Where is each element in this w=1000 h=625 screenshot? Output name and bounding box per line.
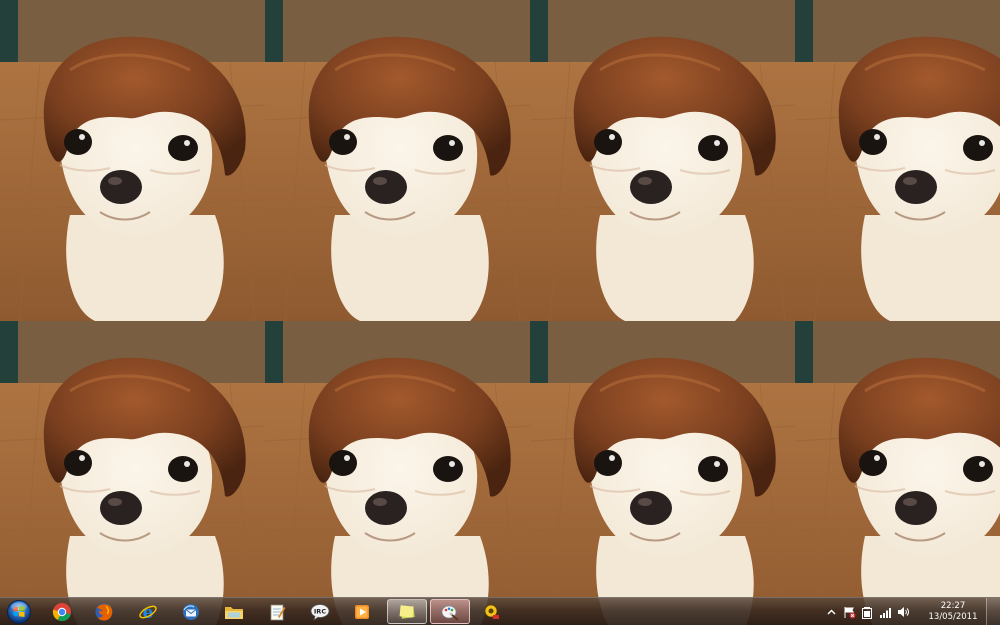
wallpaper-tile [530,321,795,625]
taskbar-chrome-button[interactable] [42,599,82,624]
wallpaper-tile [0,321,265,625]
chihuahua-in-wig-image [530,321,795,625]
thunderbird-icon [183,603,199,620]
chrome-icon [52,602,71,621]
taskbar-media-player-button[interactable] [342,599,382,624]
volume-icon[interactable] [896,605,910,619]
taskbar-sticky-notes-button[interactable] [387,599,427,624]
show-desktop-button[interactable] [986,598,1000,625]
system-tray: 22:27 13/05/2011 [822,598,982,625]
irc-icon: IRC [310,603,330,621]
chihuahua-in-wig-image [795,0,1000,321]
clock[interactable]: 22:27 13/05/2011 [924,601,982,623]
wallpaper [0,0,1000,625]
wallpaper-tile [0,0,265,321]
network-icon[interactable] [878,605,892,619]
utility-icon [484,604,499,619]
taskbar: e IRC 22:27 13/05/2011 [0,597,1000,625]
taskbar-explorer-button[interactable] [214,599,254,624]
battery-icon[interactable] [860,605,874,619]
flag-icon[interactable] [842,605,856,619]
ie-icon: e [139,603,157,622]
wallpaper-tile [795,0,1000,321]
folder-icon [225,606,243,619]
taskbar-paint-button[interactable] [430,599,470,624]
firefox-icon [95,603,113,620]
taskbar-ie-button[interactable]: e [128,599,168,624]
wallpaper-tile [530,0,795,321]
chihuahua-in-wig-image [0,321,265,625]
windows-orb-icon [7,600,31,624]
chihuahua-in-wig-image [0,0,265,321]
taskbar-firefox-button[interactable] [84,599,124,624]
start-button[interactable] [4,599,34,625]
chihuahua-in-wig-image [530,0,795,321]
wallpaper-tile [265,0,530,321]
clock-time: 22:27 [940,601,966,611]
chihuahua-in-wig-image [795,321,1000,625]
notepad-icon [270,604,286,620]
paint-icon [441,605,459,621]
taskbar-thunderbird-button[interactable] [171,599,211,624]
wallpaper-tile [265,321,530,625]
clock-date: 13/05/2011 [928,612,978,622]
wallpaper-tile [795,321,1000,625]
svg-text:IRC: IRC [314,607,326,615]
media-player-icon [355,604,369,619]
taskbar-utility-button[interactable] [472,599,512,624]
chihuahua-in-wig-image [265,321,530,625]
taskbar-irc-button[interactable]: IRC [300,599,340,624]
show-hidden-chevron-icon[interactable] [824,605,838,619]
taskbar-notepad-button[interactable] [257,599,297,624]
chihuahua-in-wig-image [265,0,530,321]
sticky-notes-icon [399,604,415,619]
desktop: e IRC 22:27 13/05/2011 [0,0,1000,625]
